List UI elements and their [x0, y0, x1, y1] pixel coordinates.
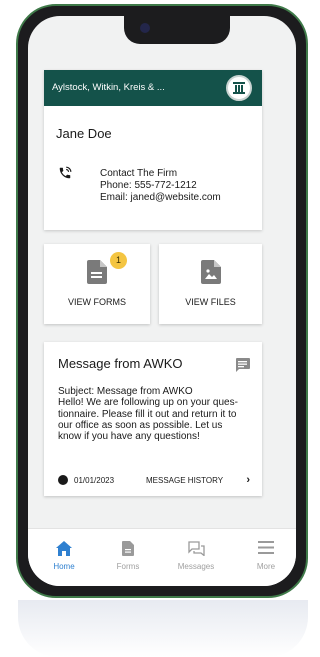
bottom-tab-bar: Home Forms Messages More [28, 528, 296, 586]
message-date: 01/01/2023 [74, 476, 115, 485]
tab-forms[interactable]: Forms [104, 541, 152, 571]
notch [124, 16, 230, 44]
message-line: our office as soon as possible. Let us [58, 419, 223, 431]
document-icon [87, 260, 107, 289]
message-subject: Subject: Message from AWKO [58, 386, 193, 397]
firm-name: Aylstock, Witkin, Kreis & ... [52, 82, 165, 93]
contact-heading[interactable]: Contact The Firm [100, 168, 221, 180]
image-file-icon [200, 260, 221, 289]
contact-info: Contact The Firm Phone: 555-772-1212 Ema… [100, 168, 221, 204]
phone-frame: Aylstock, Witkin, Kreis & ... Jane Doe C… [16, 4, 308, 598]
forms-badge: 1 [110, 252, 127, 269]
tab-label: Forms [116, 562, 140, 571]
screen: Aylstock, Witkin, Kreis & ... Jane Doe C… [28, 16, 296, 586]
tab-home[interactable]: Home [40, 541, 88, 571]
message-line: Hello! We are following up on your ques- [58, 397, 238, 409]
contact-email[interactable]: Email: janed@website.com [100, 192, 221, 204]
tab-messages[interactable]: Messages [172, 541, 220, 571]
document-icon [104, 541, 152, 557]
camera [140, 23, 150, 33]
message-history-link[interactable]: MESSAGE HISTORY [146, 476, 223, 485]
clock-icon [58, 475, 68, 485]
chat-icon [172, 541, 220, 557]
message-line: tionnaire. Please fill it out and return… [58, 408, 237, 420]
firm-header: Aylstock, Witkin, Kreis & ... [44, 70, 262, 106]
message-footer: 01/01/2023 MESSAGE HISTORY › [58, 474, 252, 488]
tab-label: Messages [177, 562, 215, 571]
client-card: Aylstock, Witkin, Kreis & ... Jane Doe C… [44, 70, 262, 230]
message-title: Message from AWKO [58, 356, 183, 371]
message-card[interactable]: Message from AWKO Subject: Message from … [44, 342, 262, 496]
view-forms-label: VIEW FORMS [68, 297, 126, 307]
tab-label: Home [53, 562, 75, 571]
message-body: Subject: Message from AWKO Hello! We are… [58, 386, 254, 442]
pillar-icon [233, 82, 245, 94]
client-name: Jane Doe [56, 126, 112, 141]
view-forms-card[interactable]: 1 VIEW FORMS [44, 244, 150, 324]
phone-icon[interactable] [58, 166, 72, 185]
home-icon [40, 541, 88, 557]
chevron-right-icon[interactable]: › [246, 474, 250, 486]
view-files-card[interactable]: VIEW FILES [159, 244, 262, 324]
phone-reflection [18, 600, 308, 657]
message-line: know if you have any questions! [58, 431, 200, 443]
menu-icon [242, 541, 290, 557]
contact-phone[interactable]: Phone: 555-772-1212 [100, 180, 221, 192]
chat-bubble-icon [235, 358, 250, 377]
tab-label: More [256, 562, 276, 571]
view-files-label: VIEW FILES [185, 297, 236, 307]
firm-logo [226, 75, 252, 101]
tab-more[interactable]: More [242, 541, 290, 571]
